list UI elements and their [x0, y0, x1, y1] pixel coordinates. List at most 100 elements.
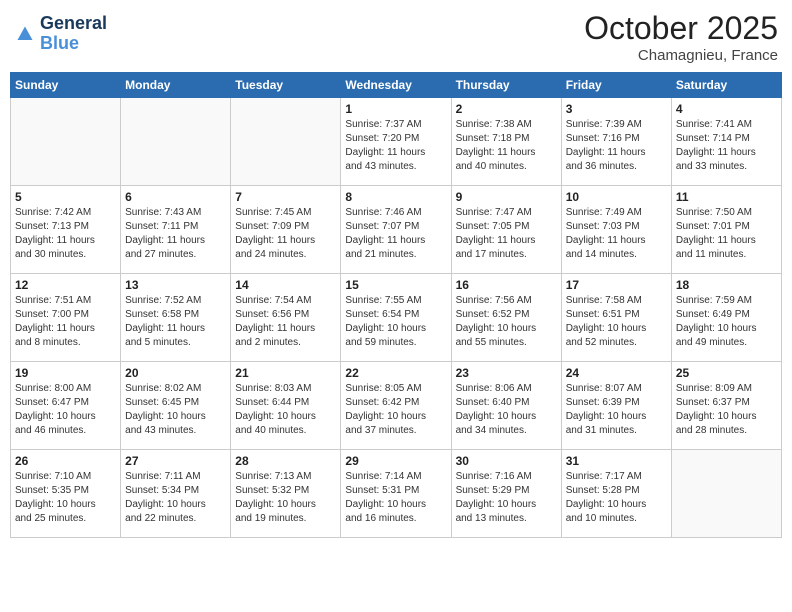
calendar-cell: 20 Sunrise: 8:02 AM Sunset: 6:45 PM Dayli…	[121, 362, 231, 450]
calendar-cell: 30Sunrise: 7:16 AM Sunset: 5:29 PM Dayli…	[451, 450, 561, 538]
day-number: 7	[235, 190, 336, 204]
calendar-cell: 25 Sunrise: 8:09 AM Sunset: 6:37 PM Dayli…	[671, 362, 781, 450]
day-number: 6	[125, 190, 226, 204]
day-info: Sunrise: 7:11 AM Sunset: 5:34 PM Dayligh…	[125, 470, 226, 526]
day-info: Sunrise: 7:50 AM Sunset: 7:01 PM Dayligh…	[676, 206, 777, 262]
day-number: 24	[566, 366, 667, 380]
day-number: 30	[456, 454, 557, 468]
calendar-cell: 18Sunrise: 7:59 AM Sunset: 6:49 PM Dayli…	[671, 274, 781, 362]
day-info: Sunrise: 7:47 AM Sunset: 7:05 PM Dayligh…	[456, 206, 557, 262]
calendar-week-row: 1 Sunrise: 7:37 AM Sunset: 7:20 PM Daylig…	[11, 98, 782, 186]
day-info: Sunrise: 7:14 AM Sunset: 5:31 PM Dayligh…	[345, 470, 446, 526]
day-info: Sunrise: 7:38 AM Sunset: 7:18 PM Dayligh…	[456, 118, 557, 174]
day-info: Sunrise: 7:13 AM Sunset: 5:32 PM Dayligh…	[235, 470, 336, 526]
weekday-header: Monday	[121, 73, 231, 98]
day-info: Sunrise: 7:55 AM Sunset: 6:54 PM Dayligh…	[345, 294, 446, 350]
day-number: 13	[125, 278, 226, 292]
calendar-cell: 22 Sunrise: 8:05 AM Sunset: 6:42 PM Dayli…	[341, 362, 451, 450]
day-info: Sunrise: 8:07 AM Sunset: 6:39 PM Dayligh…	[566, 382, 667, 438]
weekday-header: Wednesday	[341, 73, 451, 98]
day-number: 1	[345, 102, 446, 116]
calendar-cell: 17 Sunrise: 7:58 AM Sunset: 6:51 PM Dayli…	[561, 274, 671, 362]
day-info: Sunrise: 8:09 AM Sunset: 6:37 PM Dayligh…	[676, 382, 777, 438]
day-number: 8	[345, 190, 446, 204]
calendar-cell: 26 Sunrise: 7:10 AM Sunset: 5:35 PM Dayli…	[11, 450, 121, 538]
day-number: 12	[15, 278, 116, 292]
day-number: 19	[15, 366, 116, 380]
day-info: Sunrise: 7:46 AM Sunset: 7:07 PM Dayligh…	[345, 206, 446, 262]
day-number: 17	[566, 278, 667, 292]
calendar-cell: 2 Sunrise: 7:38 AM Sunset: 7:18 PM Daylig…	[451, 98, 561, 186]
page-header: General Blue October 2025 Chamagnieu, Fr…	[10, 10, 782, 64]
weekday-header: Sunday	[11, 73, 121, 98]
calendar-cell: 8 Sunrise: 7:46 AM Sunset: 7:07 PM Daylig…	[341, 186, 451, 274]
month-title: October 2025	[584, 10, 778, 47]
day-number: 28	[235, 454, 336, 468]
day-info: Sunrise: 7:52 AM Sunset: 6:58 PM Dayligh…	[125, 294, 226, 350]
day-info: Sunrise: 7:17 AM Sunset: 5:28 PM Dayligh…	[566, 470, 667, 526]
calendar-cell: 1 Sunrise: 7:37 AM Sunset: 7:20 PM Daylig…	[341, 98, 451, 186]
calendar-cell: 13 Sunrise: 7:52 AM Sunset: 6:58 PM Dayli…	[121, 274, 231, 362]
day-info: Sunrise: 8:03 AM Sunset: 6:44 PM Dayligh…	[235, 382, 336, 438]
day-info: Sunrise: 7:42 AM Sunset: 7:13 PM Dayligh…	[15, 206, 116, 262]
calendar-cell: 12 Sunrise: 7:51 AM Sunset: 7:00 PM Dayli…	[11, 274, 121, 362]
day-info: Sunrise: 8:06 AM Sunset: 6:40 PM Dayligh…	[456, 382, 557, 438]
day-info: Sunrise: 7:51 AM Sunset: 7:00 PM Dayligh…	[15, 294, 116, 350]
day-info: Sunrise: 7:49 AM Sunset: 7:03 PM Dayligh…	[566, 206, 667, 262]
day-number: 2	[456, 102, 557, 116]
weekday-header: Tuesday	[231, 73, 341, 98]
day-number: 27	[125, 454, 226, 468]
calendar-cell: 31 Sunrise: 7:17 AM Sunset: 5:28 PM Dayli…	[561, 450, 671, 538]
calendar-cell: 7Sunrise: 7:45 AM Sunset: 7:09 PM Daylig…	[231, 186, 341, 274]
day-info: Sunrise: 7:43 AM Sunset: 7:11 PM Dayligh…	[125, 206, 226, 262]
calendar-cell: 27 Sunrise: 7:11 AM Sunset: 5:34 PM Dayli…	[121, 450, 231, 538]
calendar-week-row: 26 Sunrise: 7:10 AM Sunset: 5:35 PM Dayli…	[11, 450, 782, 538]
weekday-header: Friday	[561, 73, 671, 98]
title-block: October 2025 Chamagnieu, France	[584, 10, 778, 64]
day-info: Sunrise: 7:10 AM Sunset: 5:35 PM Dayligh…	[15, 470, 116, 526]
calendar-cell	[121, 98, 231, 186]
day-number: 9	[456, 190, 557, 204]
day-info: Sunrise: 7:56 AM Sunset: 6:52 PM Dayligh…	[456, 294, 557, 350]
day-info: Sunrise: 8:05 AM Sunset: 6:42 PM Dayligh…	[345, 382, 446, 438]
day-number: 20	[125, 366, 226, 380]
calendar-cell	[671, 450, 781, 538]
day-info: Sunrise: 7:54 AM Sunset: 6:56 PM Dayligh…	[235, 294, 336, 350]
day-info: Sunrise: 7:37 AM Sunset: 7:20 PM Dayligh…	[345, 118, 446, 174]
day-number: 22	[345, 366, 446, 380]
day-number: 14	[235, 278, 336, 292]
calendar-header-row: SundayMondayTuesdayWednesdayThursdayFrid…	[11, 73, 782, 98]
logo: General Blue	[14, 14, 107, 54]
day-info: Sunrise: 7:41 AM Sunset: 7:14 PM Dayligh…	[676, 118, 777, 174]
day-info: Sunrise: 7:58 AM Sunset: 6:51 PM Dayligh…	[566, 294, 667, 350]
calendar-cell: 10 Sunrise: 7:49 AM Sunset: 7:03 PM Dayli…	[561, 186, 671, 274]
day-info: Sunrise: 7:59 AM Sunset: 6:49 PM Dayligh…	[676, 294, 777, 350]
calendar-cell	[11, 98, 121, 186]
calendar-cell: 16Sunrise: 7:56 AM Sunset: 6:52 PM Dayli…	[451, 274, 561, 362]
calendar-cell: 4 Sunrise: 7:41 AM Sunset: 7:14 PM Daylig…	[671, 98, 781, 186]
day-number: 4	[676, 102, 777, 116]
calendar-cell: 15 Sunrise: 7:55 AM Sunset: 6:54 PM Dayli…	[341, 274, 451, 362]
day-number: 25	[676, 366, 777, 380]
day-number: 11	[676, 190, 777, 204]
logo-icon	[16, 25, 34, 43]
calendar-cell: 9 Sunrise: 7:47 AM Sunset: 7:05 PM Daylig…	[451, 186, 561, 274]
calendar-cell: 23 Sunrise: 8:06 AM Sunset: 6:40 PM Dayli…	[451, 362, 561, 450]
day-info: Sunrise: 7:39 AM Sunset: 7:16 PM Dayligh…	[566, 118, 667, 174]
day-info: Sunrise: 8:02 AM Sunset: 6:45 PM Dayligh…	[125, 382, 226, 438]
calendar-cell: 6 Sunrise: 7:43 AM Sunset: 7:11 PM Daylig…	[121, 186, 231, 274]
calendar-week-row: 19 Sunrise: 8:00 AM Sunset: 6:47 PM Dayli…	[11, 362, 782, 450]
day-number: 5	[15, 190, 116, 204]
day-number: 15	[345, 278, 446, 292]
day-info: Sunrise: 8:00 AM Sunset: 6:47 PM Dayligh…	[15, 382, 116, 438]
day-number: 31	[566, 454, 667, 468]
calendar-week-row: 12 Sunrise: 7:51 AM Sunset: 7:00 PM Dayli…	[11, 274, 782, 362]
day-number: 3	[566, 102, 667, 116]
day-number: 10	[566, 190, 667, 204]
calendar-cell: 21Sunrise: 8:03 AM Sunset: 6:44 PM Dayli…	[231, 362, 341, 450]
day-number: 26	[15, 454, 116, 468]
calendar-cell: 24 Sunrise: 8:07 AM Sunset: 6:39 PM Dayli…	[561, 362, 671, 450]
calendar-cell: 3 Sunrise: 7:39 AM Sunset: 7:16 PM Daylig…	[561, 98, 671, 186]
calendar-table: SundayMondayTuesdayWednesdayThursdayFrid…	[10, 72, 782, 538]
day-number: 23	[456, 366, 557, 380]
